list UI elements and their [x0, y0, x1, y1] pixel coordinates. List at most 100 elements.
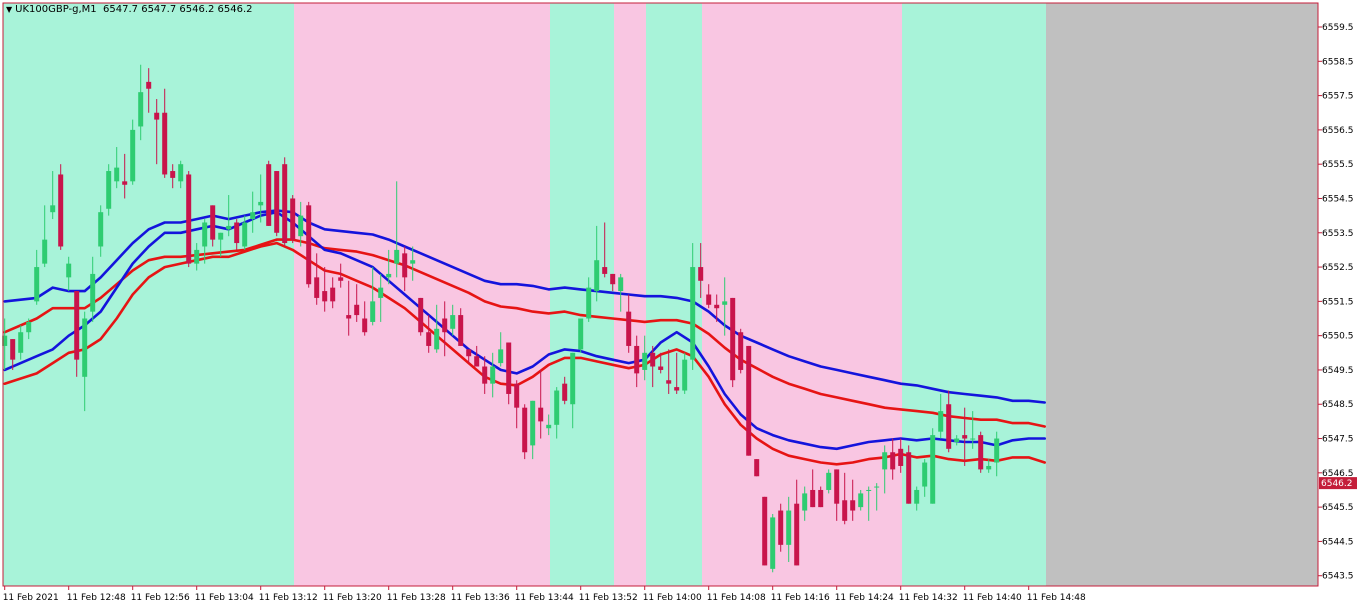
- x-tick-label: 11 Feb 2021: [3, 593, 59, 603]
- candle-body: [394, 249, 400, 264]
- candle-body: [850, 500, 856, 511]
- candle-body: [602, 267, 608, 274]
- candle-body: [578, 318, 584, 350]
- candle-body: [18, 332, 24, 353]
- candle-body: [554, 390, 560, 425]
- candle-body: [346, 315, 352, 319]
- x-tick-label: 11 Feb 13:28: [387, 593, 446, 603]
- candle-body: [322, 291, 328, 302]
- candle-body: [466, 349, 472, 357]
- candle-body: [242, 222, 248, 247]
- candle-body: [418, 297, 424, 333]
- candle-body: [762, 496, 768, 566]
- candle-body: [706, 294, 712, 305]
- ohlc-label: 6547.7 6547.7 6546.2 6546.2: [103, 4, 253, 15]
- candle-body: [34, 267, 40, 302]
- candle-body: [730, 297, 736, 381]
- candle-body: [170, 171, 176, 178]
- candle-body: [938, 411, 944, 432]
- candle-body: [266, 164, 272, 226]
- candle-body: [234, 222, 240, 244]
- bull-zone: [902, 3, 1046, 586]
- candle-body: [802, 493, 808, 511]
- candle-body: [354, 304, 360, 316]
- x-tick-label: 11 Feb 14:00: [643, 593, 702, 603]
- x-tick-label: 11 Feb 14:32: [899, 593, 958, 603]
- y-tick-label: 6549.5: [1322, 366, 1354, 376]
- y-tick-label: 6557.5: [1322, 92, 1354, 102]
- candle-body: [858, 493, 864, 508]
- candle-body: [650, 352, 656, 367]
- candle-body: [458, 315, 464, 346]
- candle-body: [882, 452, 888, 470]
- candle-body: [10, 339, 16, 360]
- x-tick-label: 11 Feb 13:20: [323, 593, 382, 603]
- candle-body: [178, 164, 184, 182]
- candle-body: [522, 407, 528, 453]
- candle-body: [314, 277, 320, 298]
- bull-zone: [550, 3, 614, 586]
- x-tick-label: 11 Feb 14:48: [1027, 593, 1086, 603]
- candle-body: [194, 249, 200, 264]
- candle-body: [658, 366, 664, 370]
- x-tick-label: 11 Feb 13:36: [451, 593, 510, 603]
- candle-body: [666, 380, 672, 384]
- candle: [978, 431, 984, 473]
- candle-body: [106, 171, 112, 209]
- y-tick-label: 6548.5: [1322, 400, 1354, 410]
- candle-body: [914, 489, 920, 504]
- candle-body: [442, 318, 448, 333]
- candle-body: [146, 81, 152, 89]
- candle: [826, 469, 832, 494]
- candle-body: [434, 328, 440, 350]
- candle: [274, 171, 280, 237]
- candle: [186, 171, 192, 268]
- chart-title-bar: ▼ UK100GBP-g,M1 6547.7 6547.7 6546.2 6546…: [6, 4, 253, 15]
- candle-body: [610, 273, 616, 285]
- candle: [106, 164, 112, 216]
- collapse-triangle-icon[interactable]: ▼: [6, 5, 12, 14]
- candle-body: [258, 201, 264, 206]
- candle-body: [122, 181, 128, 185]
- candle-body: [994, 438, 1000, 463]
- y-tick-label: 6550.5: [1322, 332, 1354, 342]
- candle-body: [426, 332, 432, 346]
- candle-body: [754, 459, 760, 477]
- candle: [738, 328, 744, 374]
- candle-body: [786, 510, 792, 545]
- candle-body: [498, 349, 504, 364]
- candle-body: [290, 198, 296, 240]
- candle-body: [130, 129, 136, 182]
- candle: [730, 297, 736, 388]
- candle-body: [626, 311, 632, 346]
- y-tick-label: 6545.5: [1322, 503, 1354, 513]
- candle-body: [74, 291, 80, 360]
- candle-body: [794, 503, 800, 566]
- y-tick-label: 6556.5: [1322, 126, 1354, 136]
- candle-body: [98, 212, 104, 247]
- candle-body: [698, 267, 704, 281]
- candle-body: [218, 232, 224, 240]
- candle-body: [562, 383, 568, 401]
- candle-body: [570, 352, 576, 405]
- candle-body: [906, 452, 912, 504]
- candle-body: [306, 205, 312, 285]
- candle: [266, 160, 272, 226]
- candle-body: [874, 486, 880, 488]
- candle-body: [114, 167, 120, 182]
- candle-body: [594, 260, 600, 292]
- candle: [578, 318, 584, 353]
- symbol-label: UK100GBP-g,M1: [15, 4, 97, 15]
- candle-body: [162, 112, 168, 175]
- candle-body: [714, 304, 720, 309]
- price-chart[interactable]: 6559.5 6558.5 6557.5 6556.5 6555.5 6554.5 6553…: [0, 0, 1358, 608]
- trend-zones: [3, 3, 1318, 586]
- candle-body: [546, 424, 552, 429]
- candle-body: [690, 267, 696, 360]
- x-tick-label: 11 Feb 12:56: [131, 593, 190, 603]
- candle-body: [338, 277, 344, 281]
- candle-body: [674, 387, 680, 391]
- y-tick-label: 6558.5: [1322, 57, 1354, 67]
- candle-body: [778, 510, 784, 545]
- candle-body: [818, 489, 824, 508]
